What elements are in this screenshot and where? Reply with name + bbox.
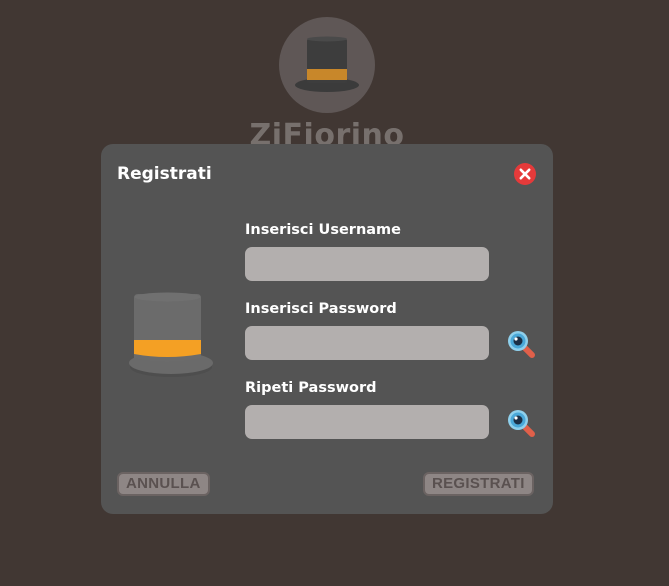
eye-icon [508, 410, 535, 437]
top-hat-illustration [115, 292, 215, 382]
register-button[interactable]: REGISTRATI [423, 472, 534, 496]
register-dialog: Registrati Inserisci Username Inserisci … [101, 144, 553, 514]
show-repeat-password-button[interactable] [505, 406, 539, 440]
username-input[interactable] [245, 247, 489, 281]
close-icon [514, 163, 536, 185]
top-hat-icon [295, 36, 359, 92]
dialog-title: Registrati [117, 164, 212, 184]
cancel-button[interactable]: ANNULLA [117, 472, 210, 496]
repeat-password-label: Ripeti Password [245, 380, 377, 396]
eye-icon [508, 331, 535, 358]
close-button[interactable] [514, 163, 536, 185]
app-logo [279, 17, 375, 113]
repeat-password-input[interactable] [245, 405, 489, 439]
top-hat-icon [129, 292, 213, 377]
password-label: Inserisci Password [245, 301, 397, 317]
show-password-button[interactable] [505, 327, 539, 361]
username-label: Inserisci Username [245, 222, 401, 238]
password-input[interactable] [245, 326, 489, 360]
